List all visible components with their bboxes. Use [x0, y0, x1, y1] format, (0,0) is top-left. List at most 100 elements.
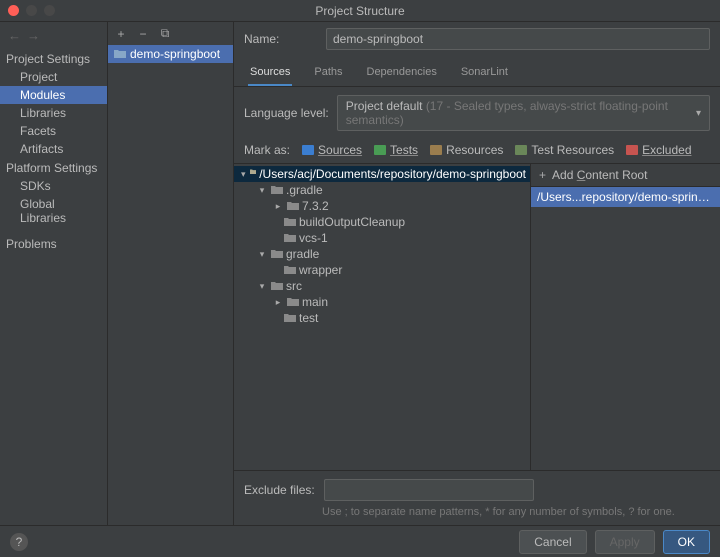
chevron-down-icon[interactable]: ▾: [256, 249, 268, 260]
nav-project[interactable]: Project: [0, 68, 107, 86]
excluded-folder-icon: [626, 145, 638, 155]
copy-module-icon[interactable]: ⧉: [158, 26, 172, 41]
folder-icon: [271, 281, 283, 291]
plus-icon: +: [539, 168, 546, 182]
content-roots-panel: + Add Content Root /Users...repository/d…: [530, 164, 720, 470]
module-list-panel: + − ⧉ demo-springboot: [108, 22, 234, 525]
nav-sdks[interactable]: SDKs: [0, 177, 107, 195]
module-folder-icon: [114, 49, 126, 59]
module-item[interactable]: demo-springboot: [108, 45, 233, 63]
test-resources-folder-icon: [515, 145, 527, 155]
exclude-files-hint: Use ; to separate name patterns, * for a…: [234, 505, 720, 525]
dialog-buttons: Cancel Apply OK: [519, 530, 710, 554]
exclude-files-label: Exclude files:: [244, 483, 316, 497]
zoom-window-icon[interactable]: [44, 5, 55, 16]
window-title: Project Structure: [315, 4, 404, 18]
help-button[interactable]: ?: [10, 533, 28, 551]
tree-node[interactable]: ▾ gradle: [234, 246, 530, 262]
name-label: Name:: [244, 32, 316, 46]
back-icon[interactable]: ←: [8, 28, 21, 43]
remove-module-icon[interactable]: −: [136, 27, 150, 41]
apply-button[interactable]: Apply: [595, 530, 655, 554]
language-level-row: Language level: Project default (17 - Se…: [234, 87, 720, 139]
chevron-down-icon[interactable]: ▾: [240, 169, 247, 180]
chevron-down-icon[interactable]: ▾: [256, 281, 268, 292]
tab-sonarlint[interactable]: SonarLint: [459, 62, 510, 86]
folder-tree[interactable]: ▾ /Users/acj/Documents/repository/demo-s…: [234, 164, 530, 470]
nav-history: ← →: [0, 26, 107, 49]
tree-area: ▾ /Users/acj/Documents/repository/demo-s…: [234, 164, 720, 471]
tree-node-label: src: [286, 279, 302, 293]
tree-node-label: main: [302, 295, 328, 309]
nav-facets[interactable]: Facets: [0, 122, 107, 140]
tab-sources[interactable]: Sources: [248, 62, 292, 86]
module-tabs: Sources Paths Dependencies SonarLint: [234, 56, 720, 87]
left-nav: ← → Project Settings Project Modules Lib…: [0, 22, 108, 525]
mark-resources[interactable]: Resources: [430, 143, 503, 157]
tree-node[interactable]: test: [234, 310, 530, 326]
chevron-right-icon[interactable]: ▸: [272, 297, 284, 308]
module-toolbar: + − ⧉: [108, 22, 233, 45]
tree-node[interactable]: buildOutputCleanup: [234, 214, 530, 230]
exclude-files-row: Exclude files:: [234, 471, 720, 505]
mark-tests[interactable]: Tests: [374, 143, 418, 157]
add-module-icon[interactable]: +: [114, 27, 128, 41]
mark-as-row: Mark as: Sources Tests Resources Test Re…: [234, 139, 720, 164]
tree-node-label: 7.3.2: [302, 199, 329, 213]
add-content-root-button[interactable]: + Add Content Root: [531, 164, 720, 187]
main-area: ← → Project Settings Project Modules Lib…: [0, 22, 720, 525]
dialog-footer: ? Cancel Apply OK: [0, 525, 720, 557]
add-content-root-label: Add Content Root: [552, 168, 647, 182]
mark-excluded[interactable]: Excluded: [626, 143, 691, 157]
tab-paths[interactable]: Paths: [312, 62, 344, 86]
language-level-value: Project default: [346, 99, 423, 113]
cancel-button[interactable]: Cancel: [519, 530, 586, 554]
folder-icon: [284, 233, 296, 243]
chevron-down-icon[interactable]: ▾: [256, 185, 268, 196]
module-item-label: demo-springboot: [130, 47, 220, 61]
mark-sources[interactable]: Sources: [302, 143, 362, 157]
tests-folder-icon: [374, 145, 386, 155]
name-input[interactable]: [326, 28, 710, 50]
exclude-files-input[interactable]: [324, 479, 534, 501]
tree-root[interactable]: ▾ /Users/acj/Documents/repository/demo-s…: [234, 166, 530, 182]
tree-node[interactable]: ▸ 7.3.2: [234, 198, 530, 214]
minimize-window-icon[interactable]: [26, 5, 37, 16]
tree-node[interactable]: ▾ src: [234, 278, 530, 294]
titlebar: Project Structure: [0, 0, 720, 22]
language-level-select[interactable]: Project default (17 - Sealed types, alwa…: [337, 95, 710, 131]
folder-icon: [287, 201, 299, 211]
content-panel: Name: Sources Paths Dependencies SonarLi…: [234, 22, 720, 525]
tree-node-label: vcs-1: [299, 231, 328, 245]
nav-artifacts[interactable]: Artifacts: [0, 140, 107, 158]
folder-icon: [271, 185, 283, 195]
language-level-label: Language level:: [244, 106, 329, 120]
folder-icon: [271, 249, 283, 259]
tree-node-label: /Users/acj/Documents/repository/demo-spr…: [259, 167, 526, 181]
mark-as-label: Mark as:: [244, 143, 290, 157]
nav-modules[interactable]: Modules: [0, 86, 107, 104]
tree-node-label: buildOutputCleanup: [299, 215, 405, 229]
tree-node[interactable]: ▾ .gradle: [234, 182, 530, 198]
nav-header-project-settings: Project Settings: [0, 49, 107, 68]
tab-dependencies[interactable]: Dependencies: [365, 62, 439, 86]
content-root-item[interactable]: /Users...repository/demo-springboot: [531, 187, 720, 207]
tree-node-label: gradle: [286, 247, 319, 261]
ok-button[interactable]: OK: [663, 530, 710, 554]
chevron-right-icon[interactable]: ▸: [272, 201, 284, 212]
close-window-icon[interactable]: [8, 5, 19, 16]
forward-icon[interactable]: →: [27, 28, 40, 43]
tree-node[interactable]: ▸ main: [234, 294, 530, 310]
chevron-down-icon: ▾: [696, 108, 701, 119]
nav-global-libraries[interactable]: Global Libraries: [0, 195, 107, 227]
mark-test-resources[interactable]: Test Resources: [515, 143, 614, 157]
resources-folder-icon: [430, 145, 442, 155]
tree-node-label: test: [299, 311, 318, 325]
sources-folder-icon: [302, 145, 314, 155]
tree-node-label: wrapper: [299, 263, 342, 277]
nav-problems[interactable]: Problems: [0, 235, 107, 253]
nav-libraries[interactable]: Libraries: [0, 104, 107, 122]
tree-node[interactable]: vcs-1: [234, 230, 530, 246]
tree-node[interactable]: wrapper: [234, 262, 530, 278]
folder-icon: [284, 217, 296, 227]
